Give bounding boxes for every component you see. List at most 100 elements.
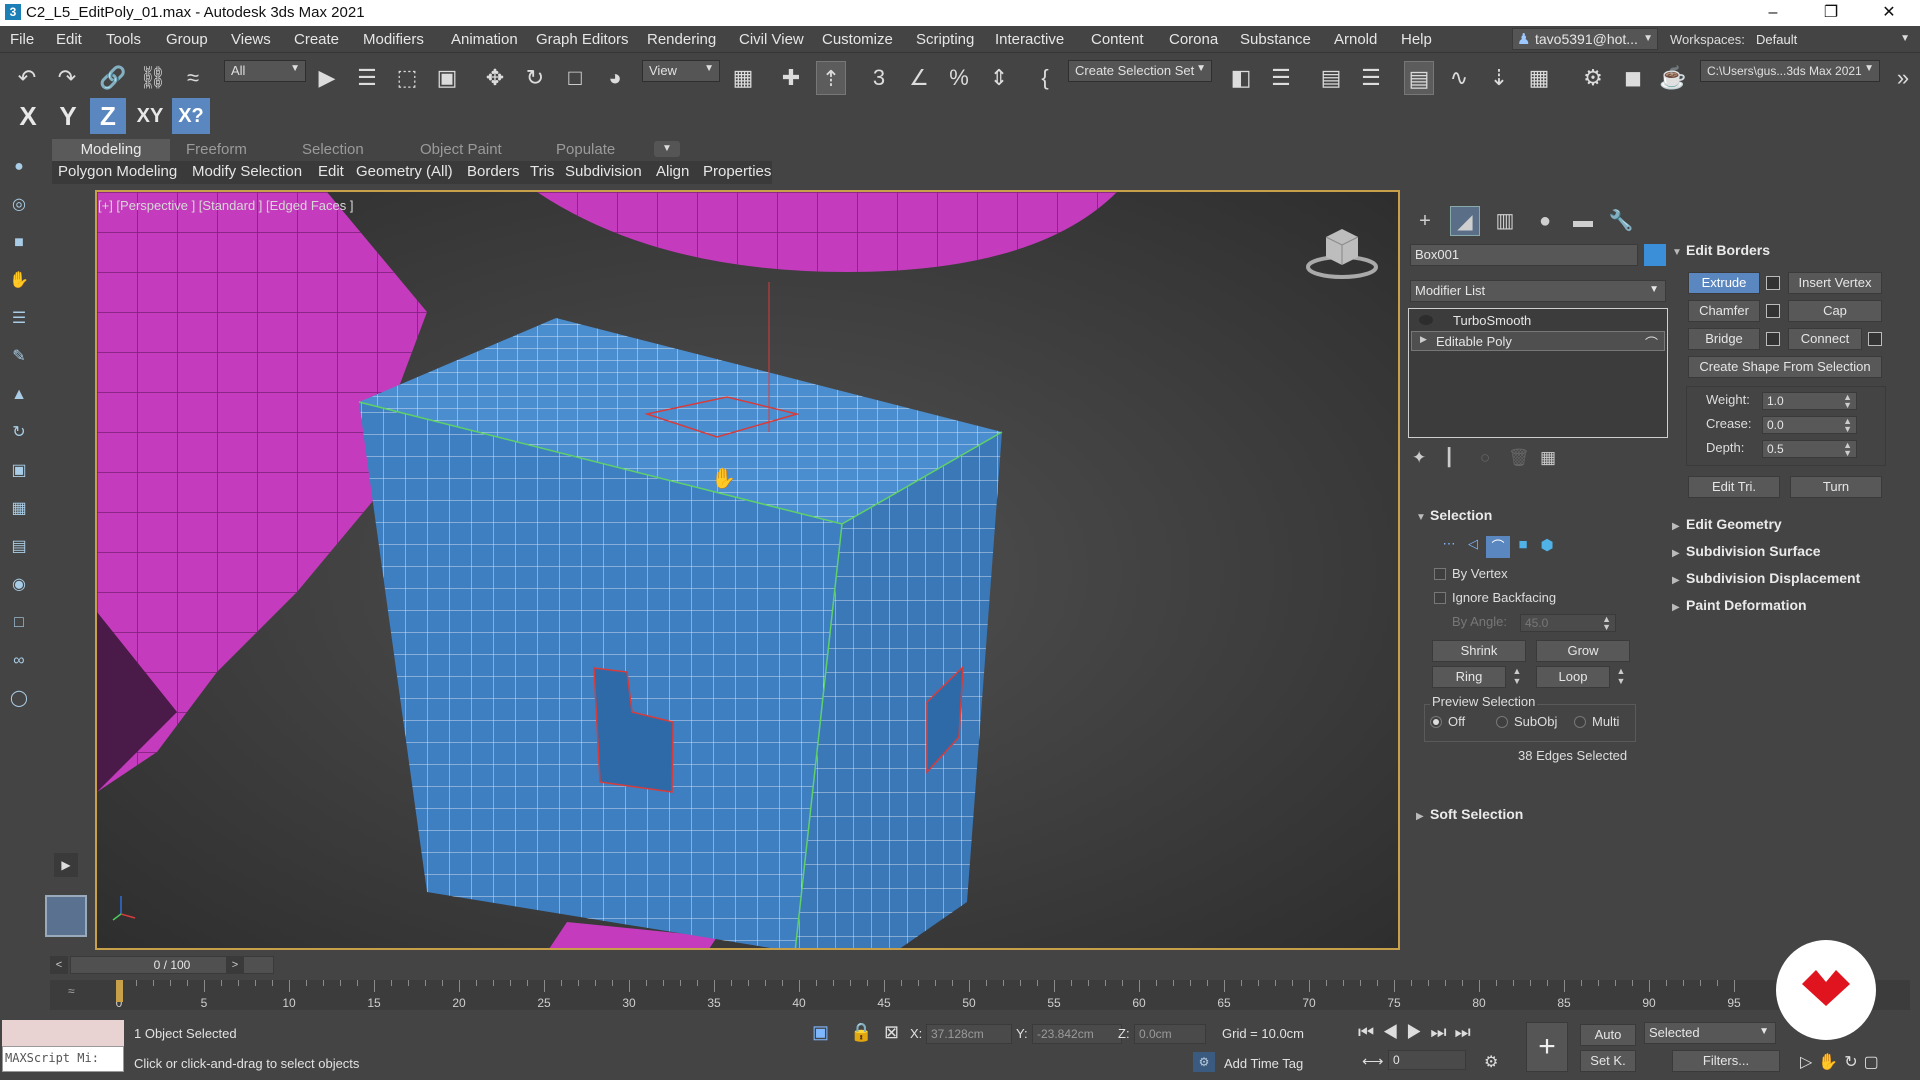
configure-sets-icon[interactable]: ▦ <box>1540 448 1556 468</box>
maximize-button[interactable]: ❐ <box>1808 0 1854 26</box>
link-icon[interactable]: 🔗 <box>98 61 128 95</box>
frame-icon[interactable]: □ <box>7 611 31 635</box>
menu-help[interactable]: Help <box>1401 31 1432 48</box>
polygon-mode-icon[interactable]: ■ <box>1512 536 1534 558</box>
material-editor-icon[interactable]: ▦ <box>1524 61 1554 95</box>
lock-selection-icon[interactable]: 🔒 <box>850 1022 872 1043</box>
connect-button[interactable]: Connect <box>1788 328 1862 350</box>
spinner-snap-icon[interactable]: ⇕ <box>984 61 1014 95</box>
expand-triangle-icon[interactable]: ▶ <box>1420 334 1427 345</box>
subtab-modify-selection[interactable]: Modify Selection <box>192 163 302 180</box>
orbit-icon[interactable]: ↻ <box>1844 1054 1863 1071</box>
axis-y-button[interactable]: Y <box>50 98 86 134</box>
create-shape-button[interactable]: Create Shape From Selection <box>1688 356 1882 378</box>
y-coordinate-field[interactable]: -23.842cm <box>1032 1024 1122 1044</box>
depth-spinner[interactable]: 0.5 ▲ ▼ <box>1762 440 1857 458</box>
preview-multi-radio[interactable] <box>1574 716 1586 728</box>
viewport-perspective[interactable]: ✋ <box>95 190 1400 950</box>
extrude-button[interactable]: Extrude <box>1688 272 1760 294</box>
stack-item-turbosmooth[interactable]: TurboSmooth <box>1411 311 1665 331</box>
modify-tab-icon[interactable]: ◢ <box>1450 206 1480 236</box>
menu-group[interactable]: Group <box>166 31 208 48</box>
key-filter-dropdown[interactable]: Selected ▼ <box>1644 1022 1776 1044</box>
snaps-toggle-icon[interactable]: 3 <box>864 61 894 95</box>
menu-substance[interactable]: Substance <box>1240 31 1311 48</box>
rollout-subdivision-surface-title[interactable]: ▶ Subdivision Surface <box>1672 543 1821 559</box>
rollout-selection-title[interactable]: ▼ Selection <box>1416 507 1492 523</box>
schematic-view-icon[interactable]: ⇣ <box>1484 61 1514 95</box>
close-button[interactable]: ✕ <box>1866 0 1912 26</box>
chamfer-settings-button[interactable] <box>1766 304 1780 318</box>
bulb-icon[interactable]: ◯ <box>7 687 31 711</box>
motion-tab-icon[interactable]: ● <box>1530 206 1560 236</box>
unlink-icon[interactable]: ⛓ <box>138 61 168 95</box>
align-icon[interactable]: ☰ <box>1266 61 1296 95</box>
menu-edit[interactable]: Edit <box>56 31 82 48</box>
camera-icon[interactable]: ◉ <box>7 573 31 597</box>
helpers-icon[interactable]: ■ <box>7 231 31 255</box>
spiral-icon[interactable]: ∞ <box>7 649 31 673</box>
subtab-tris[interactable]: Tris <box>530 163 554 180</box>
menu-scripting[interactable]: Scripting <box>916 31 974 48</box>
selection-filter-dropdown[interactable]: All ▼ <box>224 60 306 82</box>
add-time-tag[interactable]: Add Time Tag <box>1224 1056 1303 1071</box>
viewport-layout-icon[interactable] <box>45 895 87 937</box>
curve-editor-icon[interactable]: ∿ <box>1444 61 1474 95</box>
select-object-icon[interactable]: ▶ <box>312 61 342 95</box>
grid-icon[interactable]: ▦ <box>7 497 31 521</box>
subtab-borders[interactable]: Borders <box>467 163 520 180</box>
edge-mode-icon[interactable]: ◁ <box>1462 536 1484 558</box>
remove-modifier-icon[interactable]: 🗑 <box>1508 448 1530 468</box>
preview-subobj-radio[interactable] <box>1496 716 1508 728</box>
loop-button[interactable]: Loop <box>1536 666 1610 688</box>
menu-corona[interactable]: Corona <box>1169 31 1218 48</box>
curve-editor-mini-icon[interactable]: ≈ <box>68 984 75 998</box>
rendered-frame-icon[interactable]: ◼ <box>1618 61 1648 95</box>
project-folder-dropdown[interactable]: C:\Users\gus...3ds Max 2021 ▼ <box>1700 60 1880 82</box>
move-icon[interactable]: ✥ <box>480 61 510 95</box>
expand-viewports-icon[interactable]: ▶ <box>54 853 78 877</box>
previous-key-icon[interactable]: ◀ <box>1382 1022 1406 1042</box>
show-end-result-icon[interactable]: ┃ <box>1444 448 1454 468</box>
menu-tools[interactable]: Tools <box>106 31 141 48</box>
go-to-end-icon[interactable]: ⏭ <box>1455 1022 1479 1042</box>
absolute-mode-icon[interactable]: ⊠ <box>884 1022 899 1043</box>
render-icon[interactable]: ☕ <box>1658 61 1688 95</box>
angle-snap-icon[interactable]: ∠ <box>904 61 934 95</box>
undo-icon[interactable]: ↶ <box>12 61 42 95</box>
maxscript-listener-pink[interactable] <box>2 1020 124 1046</box>
menu-modifiers[interactable]: Modifiers <box>363 31 424 48</box>
menu-content[interactable]: Content <box>1091 31 1144 48</box>
maxscript-mini-listener[interactable]: MAXScript Mi: <box>2 1046 124 1072</box>
menu-customize[interactable]: Customize <box>822 31 893 48</box>
crease-spinner[interactable]: 0.0 ▲ ▼ <box>1762 416 1857 434</box>
menu-file[interactable]: File <box>10 31 34 48</box>
keyboard-shortcut-override-icon[interactable]: ⇡ <box>816 61 846 95</box>
by-vertex-checkbox[interactable] <box>1434 568 1446 580</box>
current-frame-field[interactable]: 0 <box>1388 1050 1466 1070</box>
subtab-properties[interactable]: Properties <box>703 163 771 180</box>
set-key-button[interactable]: Set K. <box>1580 1050 1636 1072</box>
tab-populate[interactable]: Populate <box>546 139 625 161</box>
go-to-start-icon[interactable]: ⏮ <box>1358 1022 1382 1042</box>
time-indicator[interactable] <box>116 980 123 1002</box>
menu-interactive[interactable]: Interactive <box>995 31 1064 48</box>
eye-icon[interactable] <box>1419 315 1433 325</box>
named-selection-icon[interactable]: { <box>1030 61 1060 95</box>
axis-x-button[interactable]: X <box>10 98 46 134</box>
orbit-icon[interactable]: ↻ <box>7 421 31 445</box>
edit-tri-button[interactable]: Edit Tri. <box>1688 476 1780 498</box>
menu-arnold[interactable]: Arnold <box>1334 31 1377 48</box>
ribbon-options-icon[interactable]: ▼ <box>654 141 680 157</box>
weight-spinner[interactable]: 1.0 ▲ ▼ <box>1762 392 1857 410</box>
bridge-settings-button[interactable] <box>1766 332 1780 346</box>
ribbon-toggle-icon[interactable]: ▤ <box>1404 61 1434 95</box>
pivot-center-icon[interactable]: ▦ <box>728 61 758 95</box>
viewport-label[interactable]: [+] [Perspective ] [Standard ] [Edged Fa… <box>98 198 353 213</box>
menu-views[interactable]: Views <box>231 31 271 48</box>
maximize-viewport-icon[interactable]: ▢ <box>1864 1054 1885 1071</box>
tab-object-paint[interactable]: Object Paint <box>410 139 512 161</box>
display-tab-icon[interactable]: ▬ <box>1568 206 1598 236</box>
isolate-selection-icon[interactable]: ▣ <box>812 1022 829 1043</box>
layer-explorer-icon[interactable]: ☰ <box>1356 61 1386 95</box>
